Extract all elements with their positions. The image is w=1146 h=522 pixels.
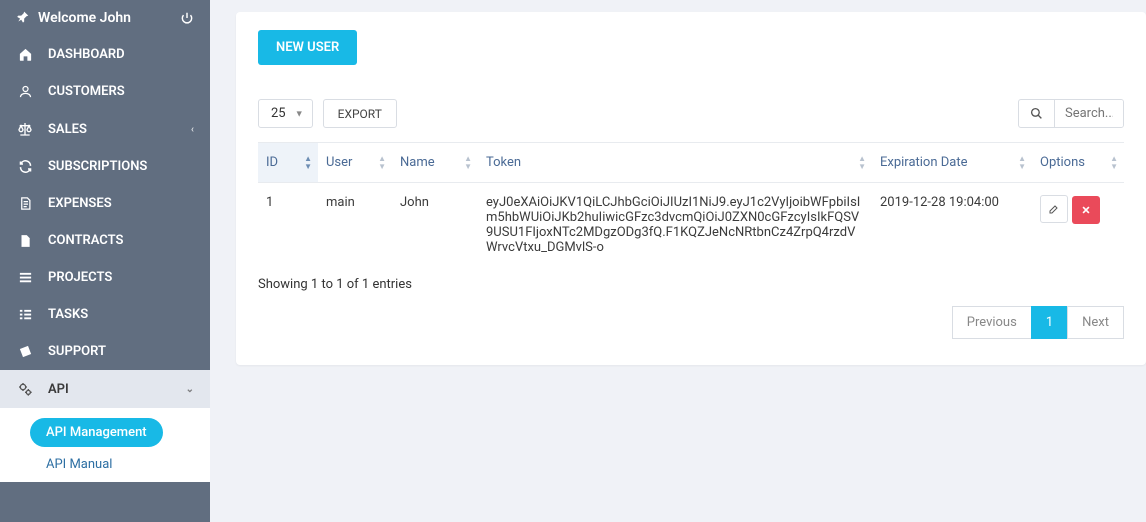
cell-name: John — [392, 183, 478, 268]
table-info: Showing 1 to 1 of 1 entries — [258, 277, 1124, 292]
main-content: NEW USER 25 EXPORT ID▲▼ User▲▼ Name▲▼ — [210, 0, 1146, 522]
scale-icon — [16, 121, 34, 137]
power-icon[interactable] — [180, 11, 194, 25]
sidebar-item-customers[interactable]: CUSTOMERS — [0, 73, 210, 110]
sidebar-item-tasks[interactable]: TASKS — [0, 296, 210, 333]
sidebar-subitem-api-manual[interactable]: API Manual — [0, 447, 210, 472]
next-button[interactable]: Next — [1067, 306, 1124, 339]
user-icon — [16, 84, 34, 99]
refresh-icon — [16, 159, 34, 174]
export-button[interactable]: EXPORT — [323, 99, 397, 128]
welcome-text: Welcome John — [38, 10, 131, 26]
pagination: Previous 1 Next — [258, 306, 1124, 339]
cell-token: eyJ0eXAiOiJKV1QiLCJhbGciOiJIUzI1NiJ9.eyJ… — [478, 183, 872, 268]
nav-label: API — [48, 382, 69, 397]
cell-user: main — [318, 183, 392, 268]
nav-label: PROJECTS — [48, 270, 112, 285]
new-user-button[interactable]: NEW USER — [258, 30, 357, 65]
chevron-down-icon: ⌄ — [186, 384, 194, 395]
page-size-select[interactable]: 25 — [258, 99, 313, 128]
sidebar-item-support[interactable]: SUPPORT — [0, 333, 210, 370]
col-user[interactable]: User▲▼ — [318, 143, 392, 183]
sidebar-item-sales[interactable]: SALES ‹ — [0, 110, 210, 148]
sidebar-subitem-api-management[interactable]: API Management — [30, 418, 163, 447]
search-icon[interactable] — [1019, 100, 1055, 127]
cell-expiration: 2019-12-28 19:04:00 — [872, 183, 1032, 268]
sidebar: Welcome John DASHBOARD CUSTOMERS SALES ‹… — [0, 0, 210, 522]
nav-label: SUBSCRIPTIONS — [48, 159, 147, 174]
pushpin-icon — [16, 11, 30, 25]
nav-label: DASHBOARD — [48, 47, 125, 62]
col-options: Options▲▼ — [1032, 143, 1124, 183]
sidebar-item-contracts[interactable]: CONTRACTS — [0, 222, 210, 259]
nav-label: EXPENSES — [48, 196, 112, 211]
col-token[interactable]: Token▲▼ — [478, 143, 872, 183]
edit-button[interactable] — [1040, 195, 1068, 223]
page-size-value: 25 — [271, 106, 286, 121]
nav-label: CUSTOMERS — [48, 84, 125, 99]
tasks-icon — [16, 307, 34, 322]
gears-icon — [16, 381, 34, 397]
home-icon — [16, 47, 34, 62]
nav-label: SUPPORT — [48, 344, 106, 359]
sidebar-item-projects[interactable]: PROJECTS — [0, 259, 210, 296]
list-icon — [16, 270, 34, 285]
ticket-icon — [16, 344, 34, 359]
chevron-left-icon: ‹ — [191, 124, 194, 135]
search-input[interactable] — [1055, 100, 1123, 127]
sidebar-item-dashboard[interactable]: DASHBOARD — [0, 36, 210, 73]
sidebar-item-api[interactable]: API ⌄ — [0, 370, 210, 408]
col-name[interactable]: Name▲▼ — [392, 143, 478, 183]
file-icon — [16, 234, 34, 248]
nav-label: CONTRACTS — [48, 233, 123, 248]
prev-button[interactable]: Previous — [952, 306, 1032, 339]
users-table: ID▲▼ User▲▼ Name▲▼ Token▲▼ Expiration Da… — [258, 142, 1124, 267]
sidebar-submenu-api: API Management API Manual — [0, 408, 210, 482]
cell-options — [1032, 183, 1124, 268]
table-toolbar: 25 EXPORT — [258, 99, 1124, 128]
nav-label: TASKS — [48, 307, 88, 322]
users-card: NEW USER 25 EXPORT ID▲▼ User▲▼ Name▲▼ — [236, 12, 1146, 365]
sidebar-header: Welcome John — [0, 0, 210, 36]
delete-button[interactable] — [1072, 196, 1100, 224]
page-1-button[interactable]: 1 — [1031, 306, 1068, 339]
cell-id: 1 — [258, 183, 318, 268]
search-box — [1018, 99, 1124, 128]
document-icon — [16, 196, 34, 211]
sidebar-item-subscriptions[interactable]: SUBSCRIPTIONS — [0, 148, 210, 185]
nav-label: SALES — [48, 122, 87, 137]
table-row: 1 main John eyJ0eXAiOiJKV1QiLCJhbGciOiJI… — [258, 183, 1124, 268]
col-expiration[interactable]: Expiration Date▲▼ — [872, 143, 1032, 183]
sidebar-item-expenses[interactable]: EXPENSES — [0, 185, 210, 222]
col-id[interactable]: ID▲▼ — [258, 143, 318, 183]
